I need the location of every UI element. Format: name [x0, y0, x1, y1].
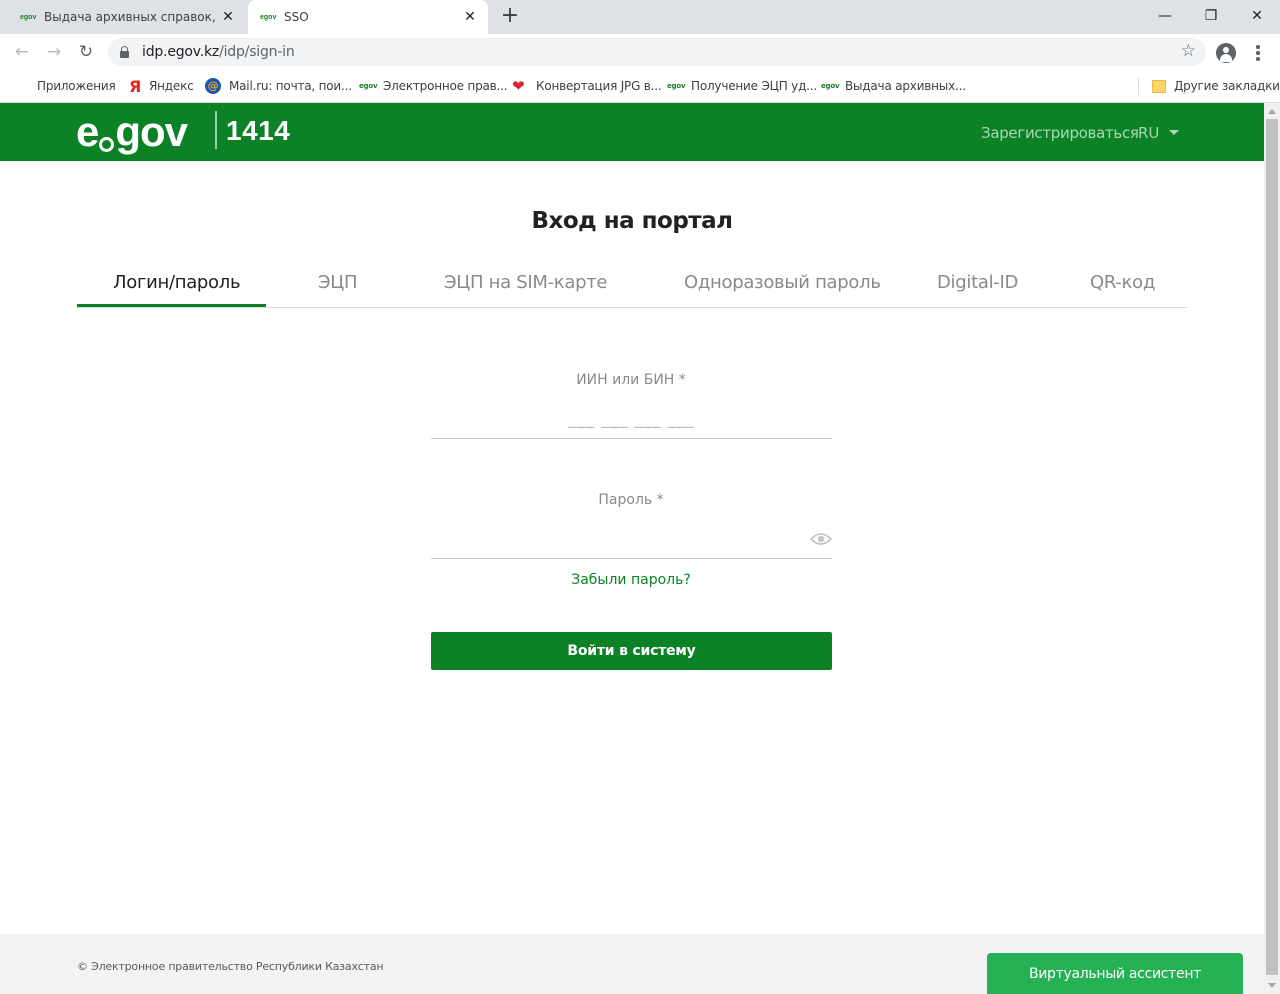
tab-title: Выдача архивных справок, коп: [44, 10, 218, 24]
lock-icon[interactable]: [120, 46, 129, 58]
browser-tab-strip: egov Выдача архивных справок, коп ✕ egov…: [0, 0, 1280, 34]
register-link[interactable]: Зарегистрироваться: [981, 124, 1139, 142]
reload-icon[interactable]: ↻: [73, 39, 99, 65]
new-tab-button[interactable]: +: [498, 5, 522, 29]
active-tab-indicator: [77, 304, 266, 307]
egov-favicon-icon: egov: [20, 13, 37, 21]
tab-eds[interactable]: ЭЦП: [318, 272, 357, 293]
show-password-eye-icon[interactable]: [810, 532, 832, 546]
folder-icon: [1152, 79, 1166, 93]
forgot-password-link[interactable]: Забыли пароль?: [430, 572, 832, 588]
scrollbar-thumb[interactable]: [1266, 119, 1278, 975]
password-label: Пароль *: [598, 492, 664, 508]
login-button[interactable]: Войти в систему: [431, 632, 832, 670]
logo-divider: [215, 111, 217, 149]
tab-login-password[interactable]: Логин/пароль: [113, 272, 241, 293]
site-header: e gov 1414 Зарегистрироваться RU: [0, 103, 1264, 161]
close-window-button[interactable]: ✕: [1242, 3, 1272, 29]
url-host: idp.egov.kz: [142, 44, 220, 60]
url-text[interactable]: idp.egov.kz/idp/sign-in: [142, 44, 295, 60]
tab-qr-code[interactable]: QR-код: [1090, 272, 1155, 293]
bookmarks-divider: [1138, 78, 1139, 95]
profile-avatar-icon[interactable]: [1216, 43, 1236, 63]
tab-eds-sim[interactable]: ЭЦП на SIM-карте: [444, 272, 607, 293]
virtual-assistant-button[interactable]: Виртуальный ассистент: [987, 953, 1243, 994]
url-path: /idp/sign-in: [219, 44, 295, 60]
caret-down-icon[interactable]: [1169, 130, 1179, 135]
bookmark-apps[interactable]: Приложения: [15, 76, 116, 96]
bookmarks-bar: Приложения Я Яндекс @ Mail.ru: почта, по…: [0, 70, 1280, 103]
egov-icon: egov: [667, 82, 686, 90]
egov-icon: egov: [821, 82, 840, 90]
browser-toolbar: ← → ↻ idp.egov.kz/idp/sign-in ☆: [0, 34, 1280, 70]
heart-icon: ❤: [512, 77, 525, 95]
browser-tab-archive[interactable]: egov Выдача архивных справок, коп ✕: [8, 0, 246, 34]
iin-input[interactable]: [431, 399, 832, 439]
browser-menu-icon[interactable]: [1250, 44, 1266, 62]
address-bar[interactable]: idp.egov.kz/idp/sign-in ☆: [108, 38, 1206, 66]
egov-favicon-icon: egov: [260, 13, 277, 21]
page-title: Вход на портал: [531, 208, 733, 234]
bookmark-egov-3[interactable]: egov Выдача архивных...: [821, 76, 966, 96]
forward-arrow-icon[interactable]: →: [41, 39, 67, 65]
bookmark-egov-1[interactable]: egov Электронное прав...: [359, 76, 508, 96]
password-input[interactable]: [431, 519, 832, 559]
egov-logo[interactable]: e gov: [76, 109, 188, 155]
egov-icon: egov: [359, 82, 378, 90]
login-method-tabs: Логин/пароль ЭЦП ЭЦП на SIM-карте Однора…: [77, 258, 1187, 308]
bookmark-star-icon[interactable]: ☆: [1181, 41, 1196, 61]
bookmark-yandex[interactable]: Я Яндекс: [129, 76, 194, 96]
browser-tab-sso[interactable]: egov SSO ✕: [248, 0, 488, 34]
iin-label: ИИН или БИН *: [576, 372, 686, 388]
tab-digital-id[interactable]: Digital-ID: [937, 272, 1018, 293]
language-selector[interactable]: RU: [1138, 124, 1159, 142]
apps-grid-icon: [15, 79, 29, 93]
page-footer: © Электронное правительство Республики К…: [0, 934, 1264, 994]
bookmark-egov-2[interactable]: egov Получение ЭЦП уд...: [667, 76, 817, 96]
tab-one-time-password[interactable]: Одноразовый пароль: [684, 272, 881, 293]
bookmark-jpg-convert[interactable]: ❤ Конвертация JPG в...: [512, 76, 662, 96]
logo-plus-icon: [99, 137, 115, 152]
page-viewport: e gov 1414 Зарегистрироваться RU Вход на …: [0, 103, 1264, 994]
scroll-up-icon[interactable]: [1268, 109, 1276, 114]
close-tab-icon[interactable]: ✕: [220, 8, 236, 24]
tab-title: SSO: [284, 10, 309, 24]
back-arrow-icon[interactable]: ←: [9, 39, 35, 65]
bookmark-other-folder[interactable]: Другие закладки: [1152, 76, 1280, 96]
logo-number: 1414: [226, 115, 291, 146]
mailru-icon: @: [205, 78, 221, 94]
restore-window-button[interactable]: ❐: [1196, 3, 1226, 29]
close-tab-icon[interactable]: ✕: [462, 8, 478, 24]
yandex-icon: Я: [129, 76, 142, 96]
copyright-text: © Электронное правительство Республики К…: [77, 960, 384, 973]
scroll-down-icon[interactable]: [1268, 983, 1276, 988]
minimize-window-button[interactable]: —: [1150, 3, 1180, 29]
bookmark-mailru[interactable]: @ Mail.ru: почта, пои...: [205, 76, 352, 96]
vertical-scrollbar[interactable]: [1264, 103, 1280, 994]
